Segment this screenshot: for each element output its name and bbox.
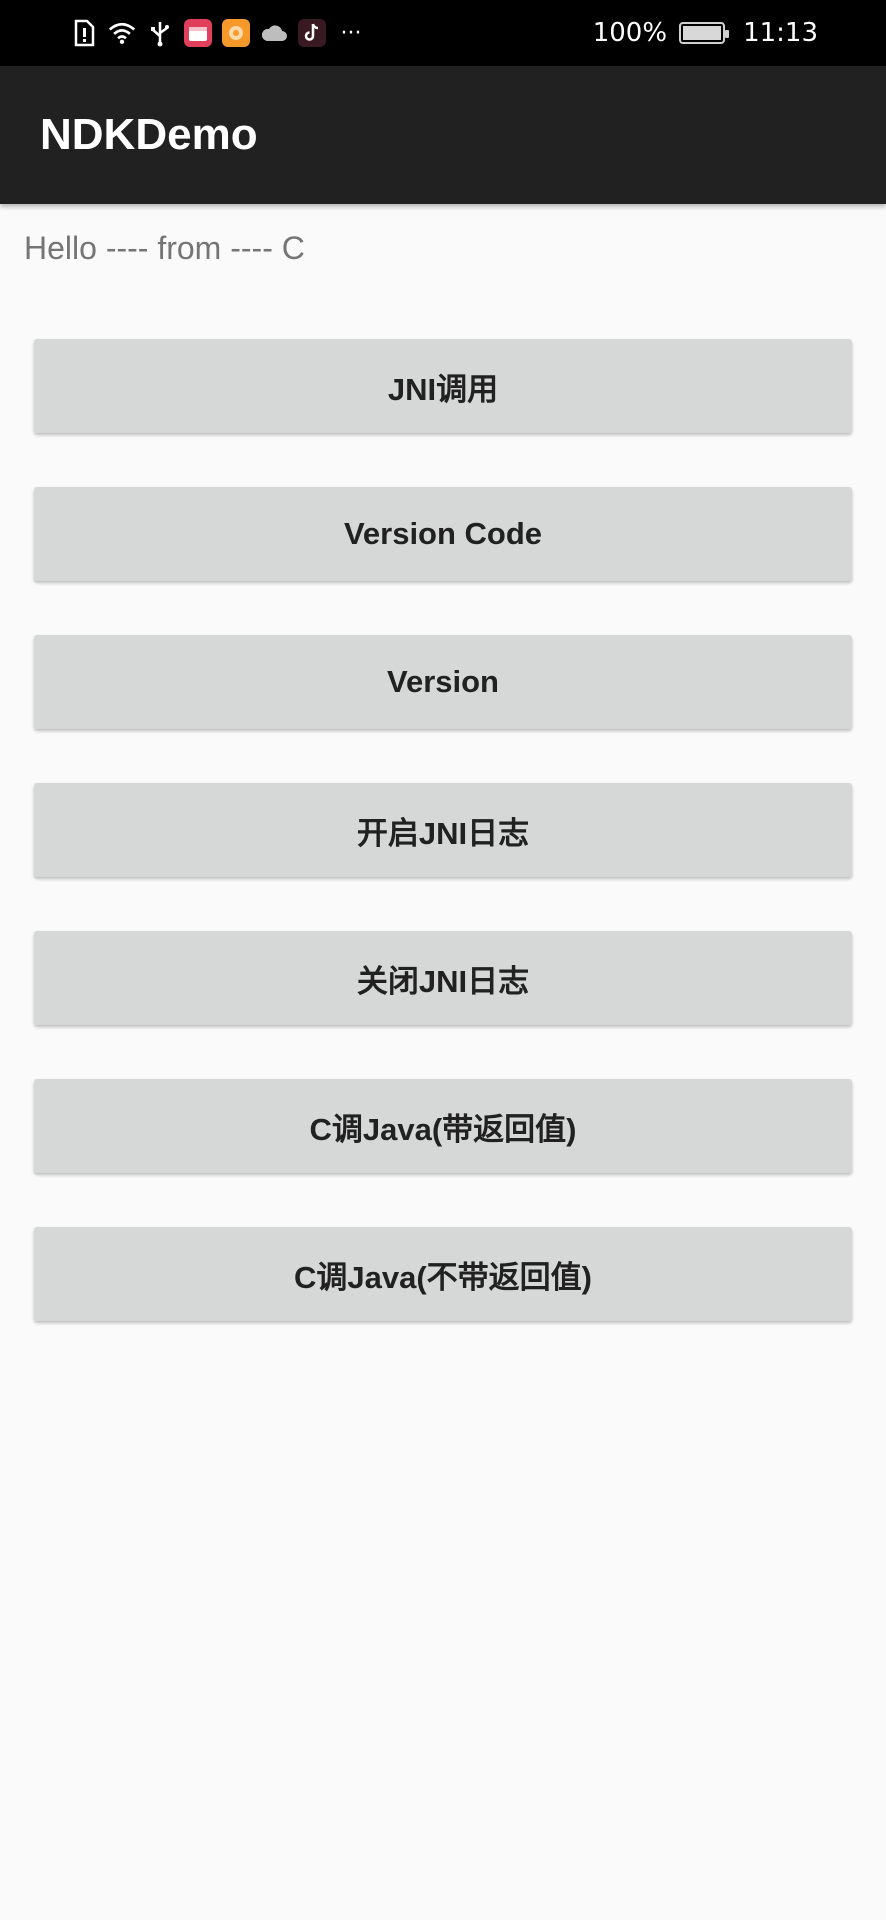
- disable-jni-log-button[interactable]: 关闭JNI日志: [34, 931, 852, 1025]
- battery-percent: 100%: [592, 18, 668, 48]
- app-bar: NDKDemo: [0, 66, 886, 204]
- clock: 11:13: [743, 18, 818, 48]
- c-call-java-with-return-button[interactable]: C调Java(带返回值): [34, 1079, 852, 1173]
- app-title: NDKDemo: [40, 110, 258, 159]
- version-code-button[interactable]: Version Code: [34, 487, 852, 581]
- tiktok-icon: [298, 19, 326, 47]
- usb-icon: [146, 19, 174, 47]
- calendar-app-icon: [184, 19, 212, 47]
- status-bar-system-info: 100% 11:13: [593, 0, 818, 66]
- status-bar: ··· 100% 11:13: [0, 0, 886, 66]
- sim-alert-icon: [70, 19, 98, 47]
- version-button[interactable]: Version: [34, 635, 852, 729]
- enable-jni-log-button[interactable]: 开启JNI日志: [34, 783, 852, 877]
- cloud-icon: [260, 19, 288, 47]
- hello-text: Hello ---- from ---- C: [24, 230, 305, 266]
- battery-icon: [679, 22, 730, 44]
- wifi-icon: [108, 19, 136, 47]
- more-icon: ···: [340, 20, 362, 46]
- c-call-java-no-return-button[interactable]: C调Java(不带返回值): [34, 1227, 852, 1321]
- music-app-icon: [222, 19, 250, 47]
- status-bar-notification-icons: ···: [70, 0, 366, 66]
- jni-call-button[interactable]: JNI调用: [34, 339, 852, 433]
